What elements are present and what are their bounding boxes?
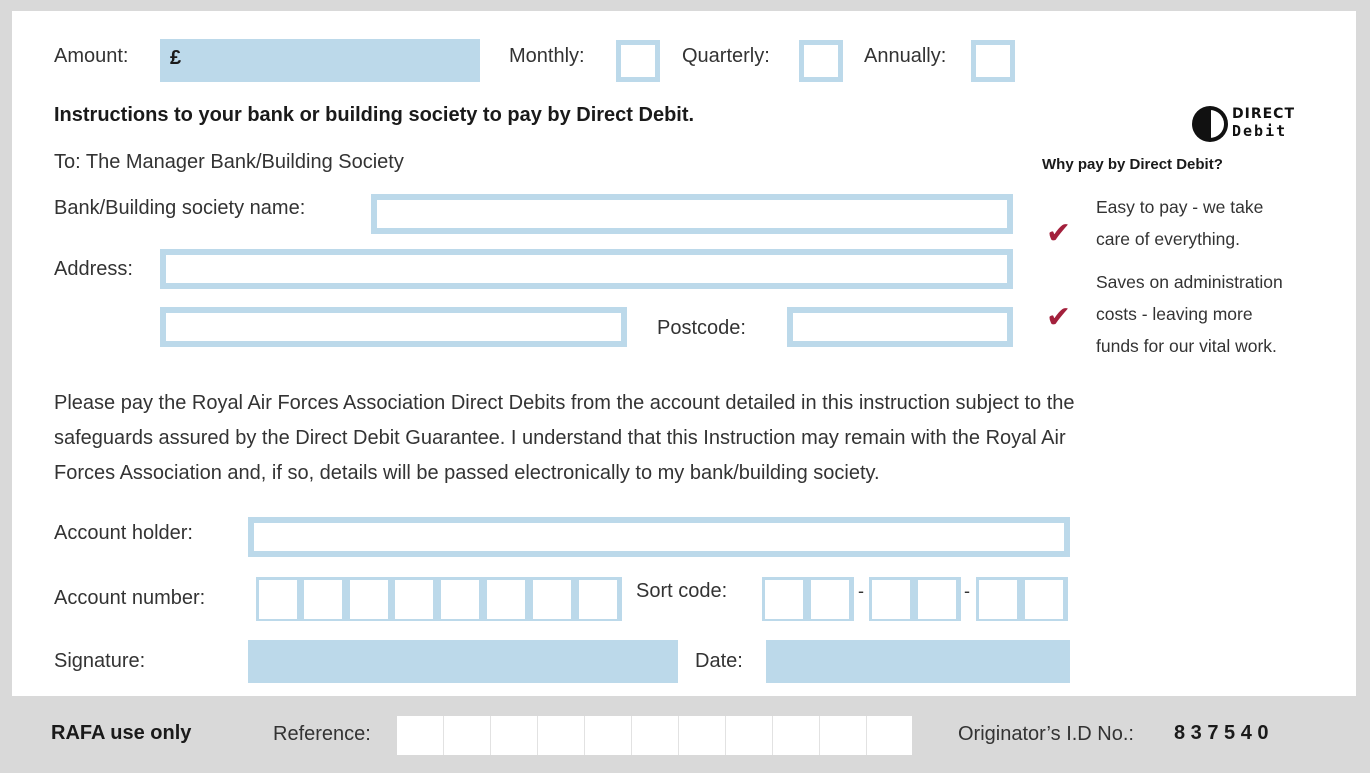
direct-debit-logo: DIRECT Debit xyxy=(1190,104,1340,144)
benefit-2-line3: funds for our vital work. xyxy=(1096,336,1277,356)
reference-cell[interactable] xyxy=(632,716,679,755)
benefit-1: Easy to pay - we take care of everything… xyxy=(1096,195,1263,251)
bank-name-input[interactable] xyxy=(371,194,1013,234)
reference-cell[interactable] xyxy=(491,716,538,755)
form-heading: Instructions to your bank or building so… xyxy=(54,104,695,126)
reference-cell[interactable] xyxy=(538,716,585,755)
reference-cell[interactable] xyxy=(397,716,444,755)
reference-cell[interactable] xyxy=(773,716,820,755)
checkmark-icon: ✔ xyxy=(1046,301,1072,334)
date-label: Date: xyxy=(695,650,743,672)
postcode-input[interactable] xyxy=(787,307,1013,347)
account-digit-2[interactable] xyxy=(304,580,342,619)
monthly-checkbox[interactable] xyxy=(616,40,660,82)
monthly-label: Monthly: xyxy=(509,45,585,67)
account-digit-1[interactable] xyxy=(259,580,297,619)
quarterly-label: Quarterly: xyxy=(682,45,770,67)
reference-cell[interactable] xyxy=(867,716,912,755)
benefit-1-line1: Easy to pay - we take xyxy=(1096,197,1264,217)
amount-input[interactable]: £ xyxy=(160,39,480,82)
reference-cell[interactable] xyxy=(679,716,726,755)
originator-id-number: 8 3 7 5 4 0 xyxy=(1174,722,1269,744)
postcode-label: Postcode: xyxy=(657,317,746,339)
instruction-paragraph: Please pay the Royal Air Forces Associat… xyxy=(54,386,1344,491)
checkmark-icon: ✔ xyxy=(1046,217,1072,250)
amount-label: Amount: xyxy=(54,45,129,67)
account-digit-5[interactable] xyxy=(441,580,479,619)
date-input[interactable] xyxy=(766,640,1070,683)
reference-cell[interactable] xyxy=(726,716,773,755)
benefit-2-line2: costs - leaving more xyxy=(1096,304,1253,324)
account-number-input[interactable] xyxy=(256,577,622,621)
sort-digit-6[interactable] xyxy=(1025,580,1063,619)
sort-separator: - xyxy=(858,581,864,601)
account-digit-7[interactable] xyxy=(533,580,571,619)
benefit-1-line2: care of everything. xyxy=(1096,229,1240,249)
to-manager-label: To: The Manager Bank/Building Society xyxy=(54,151,404,173)
sort-digit-1[interactable] xyxy=(765,580,803,619)
reference-cell[interactable] xyxy=(585,716,632,755)
why-title: Why pay by Direct Debit? xyxy=(1042,156,1223,173)
quarterly-checkbox[interactable] xyxy=(799,40,843,82)
sort-digit-2[interactable] xyxy=(811,580,849,619)
instruction-line2: safeguards assured by the Direct Debit G… xyxy=(54,427,1066,449)
benefit-2-line1: Saves on administration xyxy=(1096,272,1283,292)
sort-separator: - xyxy=(964,581,970,601)
bank-name-label: Bank/Building society name: xyxy=(54,197,306,219)
logo-line1: DIRECT xyxy=(1232,106,1295,122)
direct-debit-form: Amount: £ Monthly: Quarterly: Annually: … xyxy=(12,11,1356,696)
instruction-line1: Please pay the Royal Air Forces Associat… xyxy=(54,392,1075,414)
account-number-label: Account number: xyxy=(54,587,206,609)
sort-digit-5[interactable] xyxy=(979,580,1017,619)
reference-cell[interactable] xyxy=(444,716,491,755)
rafa-use-only-band: RAFA use only Reference: Originator’s I.… xyxy=(12,708,1356,763)
instruction-line3: Forces Association and, if so, details w… xyxy=(54,462,880,484)
sort-code-label: Sort code: xyxy=(636,580,728,602)
sort-digit-3[interactable] xyxy=(872,580,910,619)
address-line2-input[interactable] xyxy=(160,307,627,347)
signature-input[interactable] xyxy=(248,640,678,683)
address-label: Address: xyxy=(54,258,133,280)
account-digit-6[interactable] xyxy=(487,580,525,619)
account-digit-8[interactable] xyxy=(579,580,617,619)
address-line1-input[interactable] xyxy=(160,249,1013,289)
account-holder-label: Account holder: xyxy=(54,522,193,544)
signature-label: Signature: xyxy=(54,650,146,672)
account-holder-input[interactable] xyxy=(248,517,1070,557)
account-digit-4[interactable] xyxy=(395,580,433,619)
currency-symbol: £ xyxy=(170,47,182,69)
reference-cell[interactable] xyxy=(820,716,867,755)
logo-line2: Debit xyxy=(1232,122,1288,140)
account-digit-3[interactable] xyxy=(350,580,388,619)
rafa-use-only-label: RAFA use only xyxy=(51,722,192,744)
annually-checkbox[interactable] xyxy=(971,40,1015,82)
sort-code-part-2[interactable] xyxy=(869,577,961,621)
reference-label: Reference: xyxy=(273,723,371,745)
originator-id-label: Originator’s I.D No.: xyxy=(958,723,1134,745)
sort-digit-4[interactable] xyxy=(918,580,956,619)
annually-label: Annually: xyxy=(864,45,947,67)
benefit-2: Saves on administration costs - leaving … xyxy=(1096,270,1283,358)
reference-input[interactable] xyxy=(397,716,912,755)
sort-code-part-1[interactable] xyxy=(762,577,854,621)
sort-code-part-3[interactable] xyxy=(976,577,1068,621)
